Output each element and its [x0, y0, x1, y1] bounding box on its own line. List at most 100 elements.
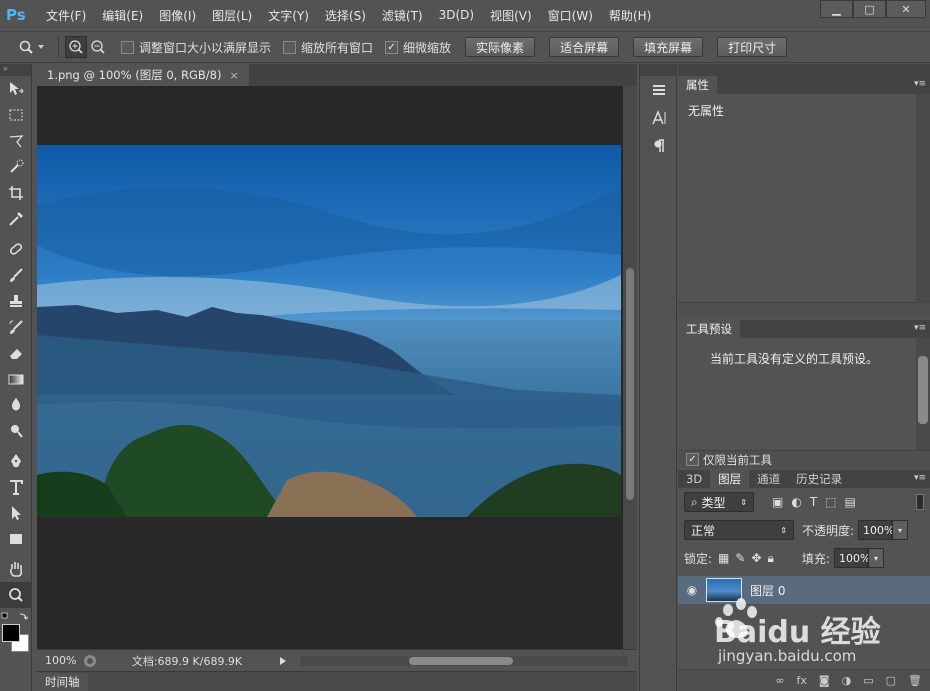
- canvas-image[interactable]: [37, 145, 621, 517]
- link-layers-icon[interactable]: ∞: [775, 674, 784, 687]
- marquee-tool[interactable]: [0, 102, 32, 128]
- fill-dropdown[interactable]: ▾: [867, 548, 884, 568]
- scrubby-zoom-option[interactable]: ✓ 细微缩放: [385, 39, 451, 56]
- panel-dock-header[interactable]: [678, 64, 930, 76]
- panel-menu-icon[interactable]: ▾≡: [914, 79, 926, 89]
- menu-window[interactable]: 窗口(W): [540, 7, 601, 24]
- tab-channels[interactable]: 通道: [749, 470, 788, 488]
- filter-toggle[interactable]: [916, 494, 924, 510]
- tools-panel-header[interactable]: »: [0, 64, 31, 76]
- lock-transparent-icon[interactable]: ▦: [718, 551, 729, 565]
- type-filter-icon[interactable]: T: [810, 495, 817, 509]
- layer-style-icon[interactable]: fx: [797, 674, 807, 687]
- zoom-out-button[interactable]: [87, 36, 109, 58]
- lasso-tool[interactable]: [0, 128, 32, 154]
- vertical-scrollbar[interactable]: [623, 86, 637, 649]
- scrubby-zoom-checkbox[interactable]: ✓: [385, 40, 399, 54]
- tab-layers[interactable]: 图层: [710, 470, 750, 488]
- status-menu-arrow-icon[interactable]: [277, 655, 289, 667]
- smart-object-filter-icon[interactable]: ▤: [845, 495, 856, 509]
- menu-select[interactable]: 选择(S): [317, 7, 374, 24]
- close-tab-icon[interactable]: ×: [229, 69, 238, 82]
- menu-image[interactable]: 图像(I): [151, 7, 204, 24]
- zoom-in-button[interactable]: [65, 36, 87, 58]
- zoom-level[interactable]: 100%: [37, 654, 83, 667]
- layer-row[interactable]: ◉ 图层 0: [678, 576, 930, 604]
- gradient-tool[interactable]: [0, 366, 32, 392]
- swap-colors-icon[interactable]: [0, 610, 32, 622]
- panel-menu-icon[interactable]: ▾≡: [914, 323, 926, 333]
- fill-screen-button[interactable]: 填充屏幕: [633, 37, 704, 57]
- zoom-tool[interactable]: [0, 582, 32, 608]
- eraser-tool[interactable]: [0, 340, 32, 366]
- adjustment-filter-icon[interactable]: ◐: [791, 495, 801, 509]
- maximize-button[interactable]: □: [853, 0, 886, 18]
- tool-preset-picker[interactable]: [12, 33, 52, 61]
- minimize-button[interactable]: ▁: [820, 0, 853, 18]
- healing-brush-tool[interactable]: [0, 236, 32, 262]
- menu-file[interactable]: 文件(F): [38, 7, 94, 24]
- delete-layer-icon[interactable]: 🗑︎: [908, 674, 922, 687]
- move-tool[interactable]: [0, 76, 32, 102]
- menu-edit[interactable]: 编辑(E): [94, 7, 151, 24]
- type-tool[interactable]: [0, 474, 32, 500]
- crop-tool[interactable]: [0, 180, 32, 206]
- horizontal-scrollbar[interactable]: [301, 655, 627, 666]
- paragraph-panel-button[interactable]: [640, 132, 678, 160]
- timeline-tab[interactable]: 时间轴: [37, 672, 88, 691]
- menu-filter[interactable]: 滤镜(T): [374, 7, 431, 24]
- new-layer-icon[interactable]: ▢: [886, 674, 896, 687]
- character-panel-button[interactable]: [640, 104, 678, 132]
- zoom-all-option[interactable]: 缩放所有窗口: [283, 39, 373, 56]
- horizontal-scroll-thumb[interactable]: [409, 656, 513, 665]
- tab-3d[interactable]: 3D: [678, 470, 710, 488]
- foreground-color-swatch[interactable]: [2, 624, 20, 642]
- visibility-eye-icon[interactable]: ◉: [678, 583, 706, 597]
- stamp-tool[interactable]: [0, 288, 32, 314]
- document-tab[interactable]: 1.png @ 100% (图层 0, RGB/8) ×: [37, 64, 249, 86]
- add-mask-icon[interactable]: ◙: [819, 674, 830, 687]
- close-button[interactable]: ✕: [886, 0, 926, 18]
- blend-mode-select[interactable]: 正常 ⇕: [684, 520, 794, 540]
- opacity-input[interactable]: 100%: [858, 520, 895, 540]
- dodge-tool[interactable]: [0, 418, 32, 444]
- history-brush-tool[interactable]: [0, 314, 32, 340]
- shape-filter-icon[interactable]: ⬚: [825, 495, 836, 509]
- menu-3d[interactable]: 3D(D): [431, 8, 482, 22]
- eyedropper-tool[interactable]: [0, 206, 32, 232]
- hand-tool[interactable]: [0, 556, 32, 582]
- menu-view[interactable]: 视图(V): [482, 7, 540, 24]
- menu-help[interactable]: 帮助(H): [601, 7, 659, 24]
- tab-tool-presets[interactable]: 工具预设: [678, 320, 740, 338]
- menu-layer[interactable]: 图层(L): [204, 7, 260, 24]
- vertical-scroll-thumb[interactable]: [626, 268, 634, 500]
- zoom-all-checkbox[interactable]: [283, 40, 297, 54]
- blur-tool[interactable]: [0, 392, 32, 418]
- fit-screen-button[interactable]: 适合屏幕: [549, 37, 620, 57]
- adjustment-layer-icon[interactable]: ◑: [842, 674, 852, 687]
- new-group-icon[interactable]: ▭: [863, 674, 873, 687]
- properties-panel-button[interactable]: [640, 76, 678, 104]
- tool-presets-scroll-thumb[interactable]: [918, 356, 928, 424]
- resize-windows-checkbox[interactable]: [121, 40, 134, 54]
- actual-pixels-button[interactable]: 实际像素: [465, 37, 536, 57]
- status-info-icon[interactable]: [83, 654, 97, 668]
- current-tool-only-checkbox[interactable]: ✓: [686, 453, 699, 466]
- layer-filter-select[interactable]: ⌕ 类型 ⇕: [684, 492, 754, 512]
- pixel-filter-icon[interactable]: ▣: [772, 495, 783, 509]
- opacity-dropdown[interactable]: ▾: [892, 520, 909, 540]
- shape-tool[interactable]: [0, 526, 32, 552]
- path-selection-tool[interactable]: [0, 500, 32, 526]
- menu-type[interactable]: 文字(Y): [260, 7, 317, 24]
- tab-history[interactable]: 历史记录: [788, 470, 850, 488]
- fill-input[interactable]: 100%: [833, 548, 870, 568]
- quick-select-tool[interactable]: [0, 154, 32, 180]
- panel-menu-icon[interactable]: ▾≡: [914, 473, 926, 483]
- tool-presets-scrollbar[interactable]: [916, 338, 930, 450]
- resize-windows-option[interactable]: 调整窗口大小以满屏显示: [121, 39, 271, 56]
- brush-tool[interactable]: [0, 262, 32, 288]
- pen-tool[interactable]: [0, 448, 32, 474]
- layer-name[interactable]: 图层 0: [750, 582, 785, 599]
- lock-paint-icon[interactable]: ✎: [735, 551, 745, 565]
- tab-properties[interactable]: 属性: [678, 76, 717, 94]
